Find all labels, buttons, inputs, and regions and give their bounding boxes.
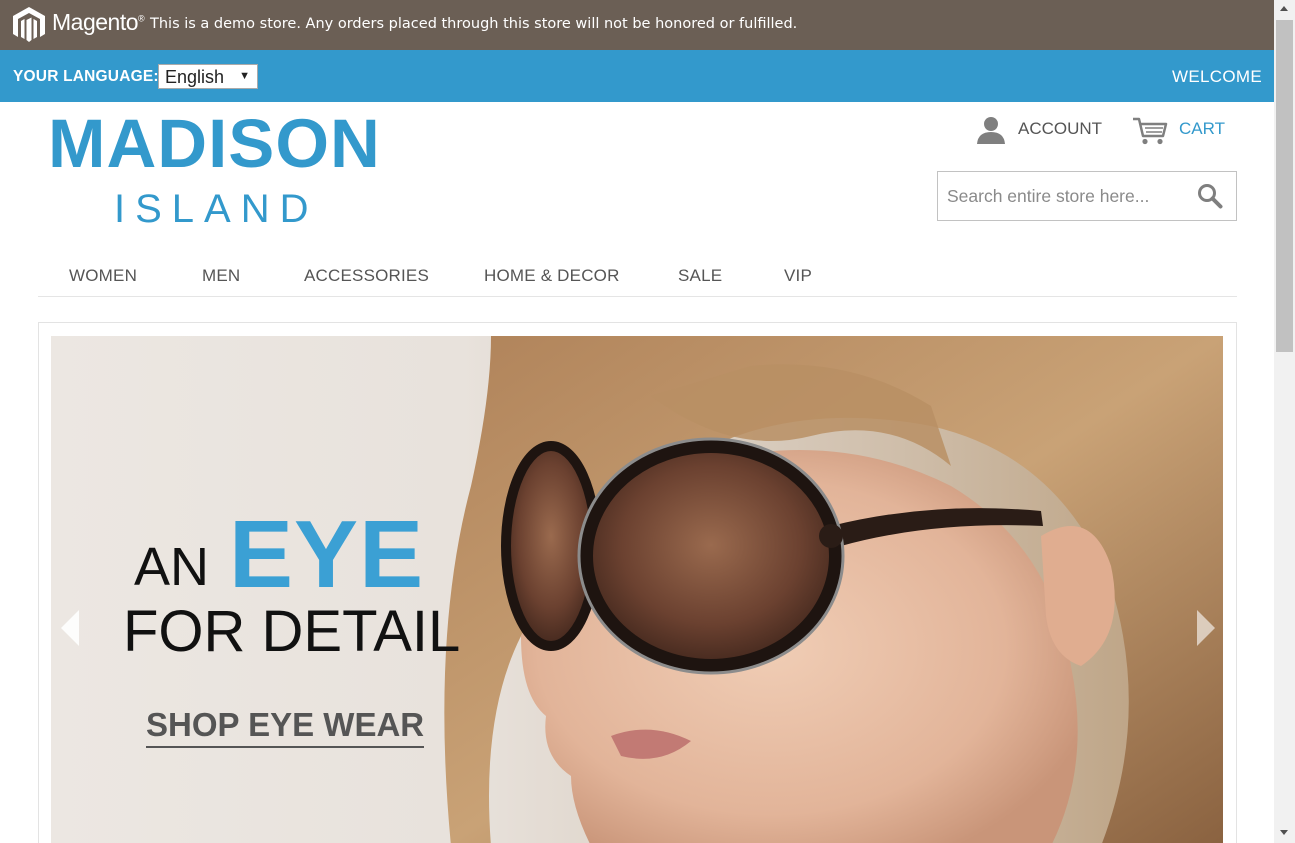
demo-notice-text: This is a demo store. Any orders placed … [150,16,798,32]
logo-sub-text: ISLAND [114,187,319,231]
language-select-value: English [165,67,225,87]
search-box [937,171,1237,221]
search-icon[interactable] [1197,183,1223,209]
search-input[interactable] [947,184,1187,208]
banner-headline-detail: FOR DETAIL [123,599,461,664]
cart-icon [1133,117,1168,145]
chevron-left-icon[interactable] [59,606,83,650]
scroll-up-icon[interactable] [1280,6,1288,11]
language-select[interactable]: English ▼ [158,64,258,89]
nav-item-men[interactable]: MEN [202,266,240,286]
language-bar: YOUR LANGUAGE: English ▼ WELCOME [0,50,1274,102]
demo-notice-bar: Magento® This is a demo store. Any order… [0,0,1274,50]
magento-logo-icon [13,7,45,42]
banner-headline-eye: EYE [229,501,425,608]
magento-wordmark: Magento® [52,9,145,35]
nav-item-vip[interactable]: VIP [784,266,812,286]
chevron-right-icon[interactable] [1193,606,1217,650]
logo-main-text: MADISON [48,105,381,182]
shop-eye-wear-link[interactable]: SHOP EYE WEAR [146,706,425,748]
scroll-down-icon[interactable] [1280,830,1288,835]
page-scrollbar[interactable] [1274,0,1295,843]
nav-item-women[interactable]: WOMEN [69,266,137,286]
nav-item-sale[interactable]: SALE [678,266,722,286]
cart-label: CART [1179,119,1225,138]
account-label: ACCOUNT [1018,119,1103,138]
language-label: YOUR LANGUAGE: [13,68,159,85]
welcome-message: WELCOME [1172,67,1262,86]
nav-item-accessories[interactable]: ACCESSORIES [304,266,429,286]
scrollbar-thumb[interactable] [1276,20,1293,352]
hero-banner[interactable]: AN EYE FOR DETAIL SHOP EYE WEAR [51,336,1223,843]
account-icon [977,117,1005,144]
page: Magento® This is a demo store. Any order… [0,0,1274,843]
nav-item-home-decor[interactable]: HOME & DECOR [484,266,620,286]
main-nav: WOMEN MEN ACCESSORIES HOME & DECOR SALE … [38,262,1237,297]
banner-headline-an: AN [134,537,210,597]
banner-photo [444,336,1223,843]
dropdown-arrow-icon: ▼ [239,70,250,82]
